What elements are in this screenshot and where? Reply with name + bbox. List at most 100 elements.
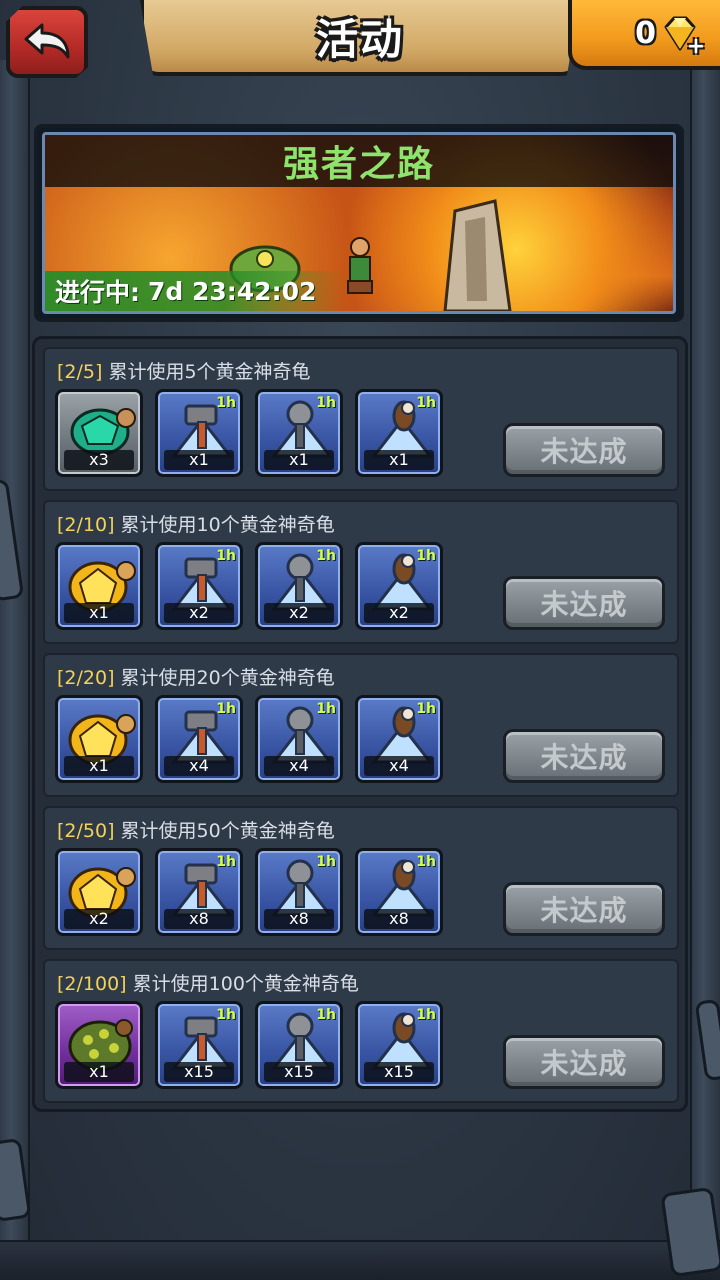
task-row: [2/20] 累计使用20个黄金神奇龟 x1 1h x4 1h x4 1h x4 未达成 — [43, 653, 679, 797]
claim-button[interactable]: 未达成 — [503, 882, 665, 936]
stone-pillar-icon — [443, 199, 512, 311]
reward-duration: 1h — [416, 701, 436, 717]
reward-duration: 1h — [216, 854, 236, 870]
reward-quantity: x4 — [164, 756, 234, 776]
claim-button[interactable]: 未达成 — [503, 729, 665, 783]
reward-duration: 1h — [316, 395, 336, 411]
reward-item[interactable]: 1h x4 — [355, 695, 443, 783]
task-progress: [2/20] — [57, 667, 115, 689]
reward-duration: 1h — [416, 854, 436, 870]
reward-list: x1 1h x15 1h x15 1h x15 — [55, 1001, 443, 1089]
reward-quantity: x15 — [164, 1062, 234, 1082]
reward-item[interactable]: 1h x2 — [155, 542, 243, 630]
reward-duration: 1h — [316, 701, 336, 717]
task-progress: [2/5] — [57, 361, 103, 383]
reward-duration: 1h — [416, 548, 436, 564]
reward-item[interactable]: 1h x8 — [255, 848, 343, 936]
reward-item[interactable]: 1h x2 — [255, 542, 343, 630]
frame-right-edge — [690, 60, 720, 1280]
reward-quantity: x2 — [164, 603, 234, 623]
frame-bottom-edge — [0, 1240, 720, 1280]
event-banner: 强者之路 进行中: 7d 23:42:02 — [34, 124, 684, 322]
task-description: 累计使用5个黄金神奇龟 — [108, 361, 311, 383]
event-countdown-timer: 7d 23:42:02 — [148, 276, 317, 306]
reward-duration: 1h — [416, 1007, 436, 1023]
task-description: 累计使用50个黄金神奇龟 — [120, 820, 335, 842]
reward-item[interactable]: x1 — [55, 695, 143, 783]
reward-quantity: x4 — [264, 756, 334, 776]
reward-quantity: x3 — [64, 450, 134, 470]
reward-quantity: x15 — [264, 1062, 334, 1082]
gem-currency-panel[interactable]: 0 + — [568, 0, 720, 70]
task-title: [2/50] 累计使用50个黄金神奇龟 — [57, 816, 335, 843]
task-description: 累计使用10个黄金神奇龟 — [120, 514, 335, 536]
task-progress: [2/10] — [57, 514, 115, 536]
task-title: [2/100] 累计使用100个黄金神奇龟 — [57, 969, 359, 996]
reward-duration: 1h — [316, 1007, 336, 1023]
reward-list: x3 1h x1 1h x1 1h x1 — [55, 389, 443, 477]
gem-icon: + — [660, 13, 705, 58]
reward-list: x1 1h x2 1h x2 1h x2 — [55, 542, 443, 630]
reward-item[interactable]: 1h x1 — [155, 389, 243, 477]
reward-item[interactable]: x2 — [55, 848, 143, 936]
event-status-label: 进行中: — [55, 278, 140, 307]
title-banner: 活动 — [140, 0, 580, 76]
reward-duration: 1h — [216, 395, 236, 411]
reward-quantity: x8 — [364, 909, 434, 929]
reward-quantity: x4 — [364, 756, 434, 776]
reward-quantity: x1 — [264, 450, 334, 470]
task-row: [2/100] 累计使用100个黄金神奇龟 x1 1h x15 1h x15 1h x15 … — [43, 959, 679, 1103]
reward-duration: 1h — [316, 548, 336, 564]
event-banner-art: 强者之路 进行中: 7d 23:42:02 — [42, 132, 676, 314]
reward-quantity: x8 — [264, 909, 334, 929]
reward-quantity: x15 — [364, 1062, 434, 1082]
reward-item[interactable]: 1h x4 — [155, 695, 243, 783]
task-list[interactable]: [2/5] 累计使用5个黄金神奇龟 x3 1h x1 1h x1 1h x1 未达成 [2/… — [32, 336, 688, 1112]
task-progress: [2/50] — [57, 820, 115, 842]
reward-item[interactable]: 1h x8 — [355, 848, 443, 936]
reward-item[interactable]: 1h x15 — [155, 1001, 243, 1089]
reward-quantity: x1 — [164, 450, 234, 470]
claim-button[interactable]: 未达成 — [503, 576, 665, 630]
back-button[interactable] — [6, 6, 88, 78]
task-title: [2/10] 累计使用10个黄金神奇龟 — [57, 510, 335, 537]
reward-item[interactable]: 1h x1 — [255, 389, 343, 477]
reward-duration: 1h — [316, 854, 336, 870]
reward-item[interactable]: x1 — [55, 1001, 143, 1089]
reward-list: x1 1h x4 1h x4 1h x4 — [55, 695, 443, 783]
frame-rock — [660, 1186, 720, 1278]
reward-quantity: x2 — [264, 603, 334, 623]
gem-count: 0 — [635, 15, 656, 51]
reward-quantity: x2 — [64, 909, 134, 929]
page-title: 活动 — [315, 14, 404, 64]
reward-item[interactable]: 1h x15 — [255, 1001, 343, 1089]
reward-quantity: x1 — [64, 1062, 134, 1082]
task-description: 累计使用100个黄金神奇龟 — [132, 973, 359, 995]
reward-item[interactable]: 1h x1 — [355, 389, 443, 477]
reward-item[interactable]: 1h x15 — [355, 1001, 443, 1089]
reward-item[interactable]: x1 — [55, 542, 143, 630]
reward-quantity: x1 — [64, 603, 134, 623]
hero-character-icon — [347, 237, 373, 294]
task-row: [2/5] 累计使用5个黄金神奇龟 x3 1h x1 1h x1 1h x1 未达成 — [43, 347, 679, 491]
reward-item[interactable]: x3 — [55, 389, 143, 477]
reward-item[interactable]: 1h x8 — [155, 848, 243, 936]
task-row: [2/10] 累计使用10个黄金神奇龟 x1 1h x2 1h x2 1h x2 未达成 — [43, 500, 679, 644]
add-gem-icon[interactable]: + — [686, 36, 706, 58]
event-status: 进行中: 7d 23:42:02 — [45, 271, 345, 311]
frame-left-edge — [0, 60, 30, 1280]
claim-button[interactable]: 未达成 — [503, 423, 665, 477]
reward-item[interactable]: 1h x2 — [355, 542, 443, 630]
reward-duration: 1h — [216, 1007, 236, 1023]
reward-list: x2 1h x8 1h x8 1h x8 — [55, 848, 443, 936]
claim-button[interactable]: 未达成 — [503, 1035, 665, 1089]
event-title: 强者之路 — [282, 144, 435, 185]
task-progress: [2/100] — [57, 973, 127, 995]
reward-quantity: x2 — [364, 603, 434, 623]
reward-duration: 1h — [216, 701, 236, 717]
back-arrow-icon — [24, 23, 70, 59]
reward-item[interactable]: 1h x4 — [255, 695, 343, 783]
task-row: [2/50] 累计使用50个黄金神奇龟 x2 1h x8 1h x8 1h x8 未达成 — [43, 806, 679, 950]
task-title: [2/5] 累计使用5个黄金神奇龟 — [57, 357, 311, 384]
task-description: 累计使用20个黄金神奇龟 — [120, 667, 335, 689]
